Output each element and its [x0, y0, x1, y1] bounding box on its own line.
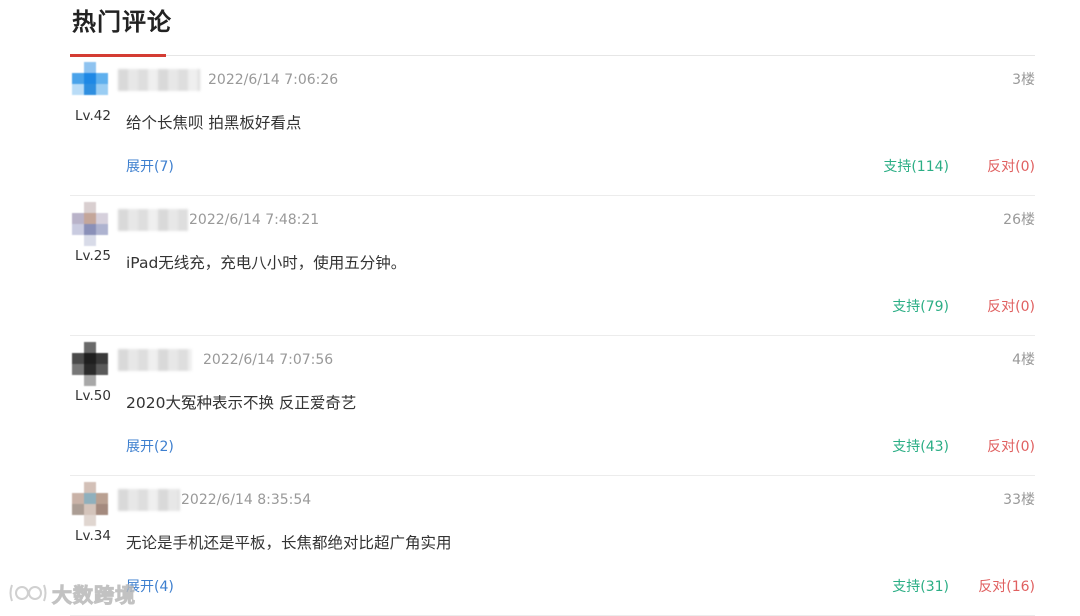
expand-replies-link[interactable]: 展开(2) [126, 438, 174, 456]
support-button[interactable]: 支持(114) [883, 158, 949, 176]
user-avatar[interactable]: Lv.34 [70, 482, 118, 544]
floor-number: 4楼 [1012, 352, 1035, 368]
username-blurred[interactable] [118, 349, 192, 371]
watermark: 大数跨境 [8, 578, 136, 608]
support-button[interactable]: 支持(79) [892, 298, 949, 316]
username-blurred[interactable] [118, 489, 180, 511]
comment-time: 2022/6/14 7:48:21 [189, 212, 320, 228]
comment-time: 2022/6/14 8:35:54 [181, 492, 312, 508]
comment-time: 2022/6/14 7:07:56 [203, 352, 334, 368]
oppose-button[interactable]: 反对(16) [978, 578, 1035, 596]
oppose-button[interactable]: 反对(0) [987, 438, 1035, 456]
user-avatar[interactable]: Lv.42 [70, 62, 118, 124]
expand-replies-link[interactable]: 展开(7) [126, 158, 174, 176]
comment-content: iPad无线充，充电八小时，使用五分钟。 [126, 254, 407, 272]
comment-item: Lv.25 2022/6/14 7:48:21 26楼 iPad无线充，充电八小… [70, 196, 1035, 336]
support-button[interactable]: 支持(43) [892, 438, 949, 456]
avatar-image [72, 482, 108, 526]
comment-content: 无论是手机还是平板，长焦都绝对比超广角实用 [126, 534, 452, 552]
user-level-badge: Lv.25 [70, 248, 116, 264]
support-button[interactable]: 支持(31) [892, 578, 949, 596]
comment-item: Lv.34 2022/6/14 8:35:54 33楼 无论是手机还是平板，长焦… [70, 476, 1035, 616]
user-avatar[interactable]: Lv.50 [70, 342, 118, 404]
section-title: 热门评论 [72, 8, 172, 36]
floor-number: 3楼 [1012, 72, 1035, 88]
floor-number: 33楼 [1003, 492, 1035, 508]
comment-item: Lv.42 2022/6/14 7:06:26 3楼 给个长焦呗 拍黑板好看点 … [70, 56, 1035, 196]
username-blurred[interactable] [118, 69, 200, 91]
avatar-image [72, 342, 108, 386]
user-avatar[interactable]: Lv.25 [70, 202, 118, 264]
oppose-button[interactable]: 反对(0) [987, 158, 1035, 176]
watermark-text: 大数跨境 [52, 582, 136, 607]
oppose-button[interactable]: 反对(0) [987, 298, 1035, 316]
avatar-image [72, 62, 108, 106]
comment-time: 2022/6/14 7:06:26 [208, 72, 339, 88]
hot-comments-section: 热门评论 Lv.42 2022/6/14 7:06:26 3楼 给个长焦呗 拍黑… [70, 0, 1035, 616]
user-level-badge: Lv.34 [70, 528, 116, 544]
comment-content: 给个长焦呗 拍黑板好看点 [126, 114, 302, 132]
comment-content: 2020大冤种表示不换 反正爱奇艺 [126, 394, 357, 412]
user-level-badge: Lv.42 [70, 108, 116, 124]
comment-item: Lv.50 2022/6/14 7:07:56 4楼 2020大冤种表示不换 反… [70, 336, 1035, 476]
section-header: 热门评论 [70, 0, 1035, 57]
floor-number: 26楼 [1003, 212, 1035, 228]
watermark-logo-icon [9, 584, 47, 602]
username-blurred[interactable] [118, 209, 188, 231]
user-level-badge: Lv.50 [70, 388, 116, 404]
avatar-image [72, 202, 108, 246]
